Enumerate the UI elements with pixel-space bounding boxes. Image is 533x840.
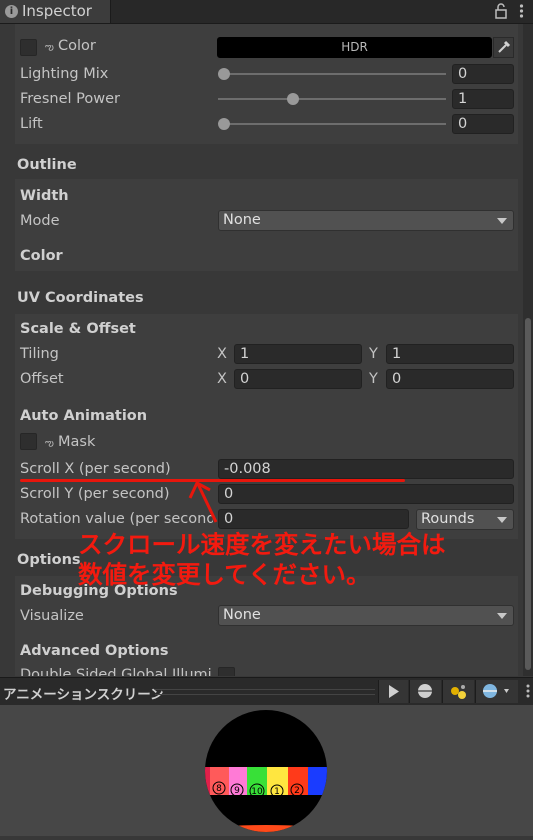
lift-knob[interactable] [218,118,230,130]
mesh-button[interactable] [409,680,441,703]
chevron-down-icon [497,218,507,224]
mask-label: Mask [58,434,96,450]
lighting-mix-field[interactable]: 0 [452,64,514,84]
ball-number: 9 [234,786,240,796]
ball-number: 10 [251,787,263,797]
color-field[interactable]: HDR [217,37,492,58]
lighting-mix-knob[interactable] [218,68,230,80]
skybox-dropdown[interactable] [475,680,518,703]
visualize-value: None [223,607,261,623]
hdr-label: HDR [341,40,368,54]
info-icon: i [5,5,18,18]
outline-color-label: Color [20,248,63,264]
link-swirl-icon: ఌ [45,42,54,53]
lock-icon[interactable] [495,3,507,19]
outline-mode-label: Mode [20,213,60,229]
lights-button[interactable] [442,680,474,703]
annotation-text: スクロール速度を変えたい場合は 数値を変更してください。 [78,530,446,590]
animation-preview[interactable]: 8 9 10 1 2 [0,705,533,836]
animation-panel-title: アニメーションスクリーン [3,687,164,703]
lighting-mix-label: Lighting Mix [20,66,109,82]
offset-y-label: Y [369,371,378,387]
annotation-arrow [188,480,218,523]
rotation-label: Rotation value (per second) [20,511,213,527]
uv-header: UV Coordinates [17,290,144,306]
skybox-icon [483,684,509,698]
lights-icon [451,685,466,699]
offset-x-label: X [217,371,227,387]
scrollbar-thumb[interactable] [525,318,531,670]
link-swirl-icon: ఌ [45,438,54,449]
chevron-down-icon [497,613,507,619]
visualize-label: Visualize [20,608,84,624]
tiling-x-field[interactable]: 1 [234,344,362,364]
tiling-y-field[interactable]: 1 [386,344,514,364]
tiling-x-label: X [217,346,227,362]
outline-width-label: Width [20,188,69,204]
ball-number: 8 [216,784,222,794]
outline-mode-value: None [223,212,261,228]
advanced-options-header: Advanced Options [20,643,169,659]
scale-offset-header: Scale & Offset [20,321,136,337]
scroll-y-field[interactable]: 0 [218,484,514,504]
tab-inspector[interactable]: i Inspector [0,0,111,23]
ball-number: 1 [274,787,280,797]
scroll-x-label: Scroll X (per second) [20,461,171,477]
tiling-y-label: Y [369,346,378,362]
double-sided-gi-checkbox[interactable] [218,667,235,676]
offset-y-field[interactable]: 0 [386,369,514,389]
eyedropper-icon [498,40,511,53]
scroll-y-label: Scroll Y (per second) [20,486,170,502]
rotation-mode-dropdown[interactable]: Rounds [416,509,514,530]
offset-x-field[interactable]: 0 [234,369,362,389]
preview-sphere: 8 9 10 1 2 [205,710,327,832]
sphere-icon [418,684,432,698]
animation-toolbar: アニメーションスクリーン [0,677,533,706]
color-checkbox[interactable] [20,39,37,56]
lift-slider[interactable] [224,123,446,125]
fresnel-power-label: Fresnel Power [20,91,120,107]
fresnel-power-slider[interactable] [218,98,446,100]
ball-number: 2 [294,786,300,796]
fresnel-power-knob[interactable] [287,93,299,105]
drag-handle[interactable] [155,689,375,695]
lift-label: Lift [20,116,43,132]
lift-field[interactable]: 0 [452,114,514,134]
visualize-dropdown[interactable]: None [218,605,514,626]
kebab-menu-icon[interactable] [519,3,524,19]
offset-label: Offset [20,371,64,387]
mask-checkbox[interactable] [20,433,37,450]
outline-mode-dropdown[interactable]: None [218,210,514,231]
lighting-mix-slider[interactable] [224,73,446,75]
rotation-field[interactable]: 0 [218,509,409,529]
tab-title: Inspector [22,2,92,20]
chevron-down-icon [497,517,507,523]
rotation-mode-value: Rounds [421,511,475,527]
color-label: Color [58,38,96,54]
fresnel-power-field[interactable]: 1 [452,89,514,109]
options-header: Options [17,552,81,568]
play-icon [389,685,399,698]
auto-animation-header: Auto Animation [20,408,148,424]
double-sided-gi-label: Double Sided Global Illumination [20,667,213,676]
annotation-line-2: 数値を変更してください。 [78,560,371,589]
eyedropper-button[interactable] [493,37,514,58]
outline-header: Outline [17,157,77,173]
play-button[interactable] [378,680,408,703]
kebab-menu-icon[interactable] [525,683,531,699]
scroll-x-field[interactable]: -0.008 [218,459,514,479]
tiling-label: Tiling [20,346,59,362]
annotation-line-1: スクロール速度を変えたい場合は [78,530,446,559]
